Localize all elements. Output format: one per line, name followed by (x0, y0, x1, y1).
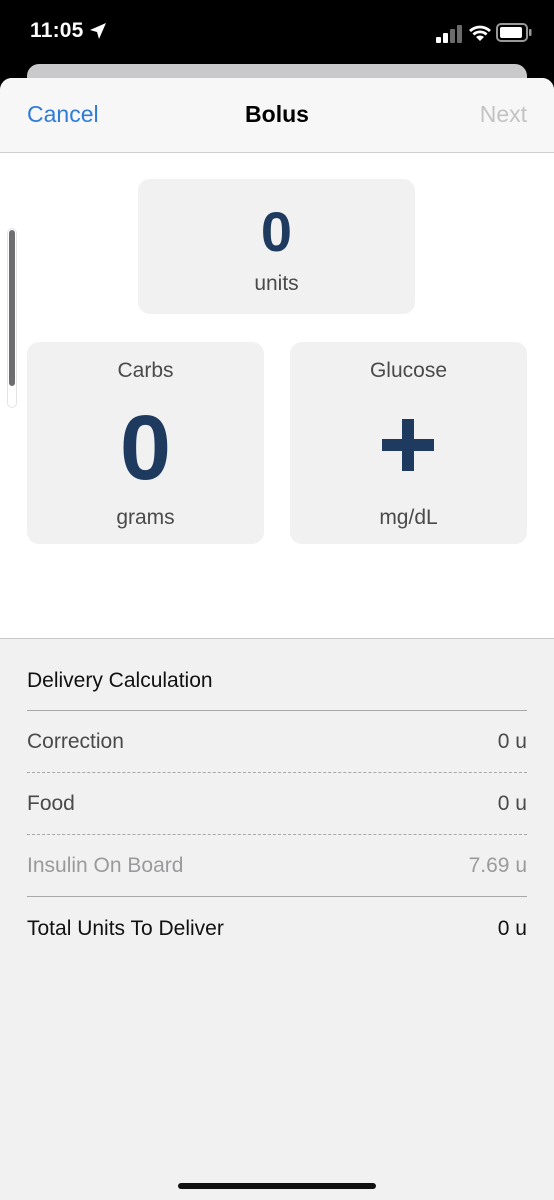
total-units-label: Total Units To Deliver (27, 917, 224, 940)
scroll-indicator[interactable] (7, 228, 17, 408)
carbs-value: 0 (119, 397, 172, 499)
bolus-units-value: 0 (260, 200, 293, 263)
food-value: 0 u (497, 792, 527, 815)
cancel-button[interactable]: Cancel (27, 101, 99, 128)
battery-icon (496, 23, 532, 42)
delivery-calculation-title: Delivery Calculation (27, 669, 213, 692)
carbs-title: Carbs (117, 359, 174, 382)
navigation-bar: Cancel Bolus Next (0, 78, 554, 153)
insulin-on-board-label: Insulin On Board (27, 854, 184, 877)
bolus-units-label: units (254, 272, 299, 295)
delivery-calculation-section: Delivery Calculation Correction 0 u Food… (0, 638, 554, 1200)
food-label: Food (27, 792, 75, 815)
divider (27, 896, 527, 897)
correction-label: Correction (27, 730, 124, 753)
total-units-value: 0 u (497, 917, 527, 940)
glucose-unit: mg/dL (379, 506, 438, 529)
correction-value: 0 u (497, 730, 527, 753)
glucose-title: Glucose (369, 359, 448, 382)
wifi-icon (469, 25, 491, 41)
insulin-on-board-value: 7.69 u (468, 854, 527, 877)
location-arrow-icon (90, 23, 106, 39)
scroll-thumb[interactable] (9, 230, 15, 386)
divider (27, 710, 527, 711)
plus-icon (382, 419, 434, 471)
divider (27, 772, 527, 773)
divider (27, 834, 527, 835)
status-time: 11:05 (30, 19, 84, 42)
cellular-signal-icon (436, 25, 462, 43)
home-indicator[interactable] (178, 1183, 376, 1189)
carbs-tile[interactable]: Carbs 0 grams (27, 342, 264, 544)
next-button[interactable]: Next (480, 101, 527, 128)
bolus-units-tile[interactable]: 0 units (138, 179, 415, 314)
carbs-unit: grams (116, 506, 175, 529)
status-bar: 11:05 (0, 0, 554, 64)
glucose-tile[interactable]: Glucose mg/dL (290, 342, 527, 544)
bolus-sheet: Cancel Bolus Next 0 units Carbs 0 grams … (0, 78, 554, 1200)
